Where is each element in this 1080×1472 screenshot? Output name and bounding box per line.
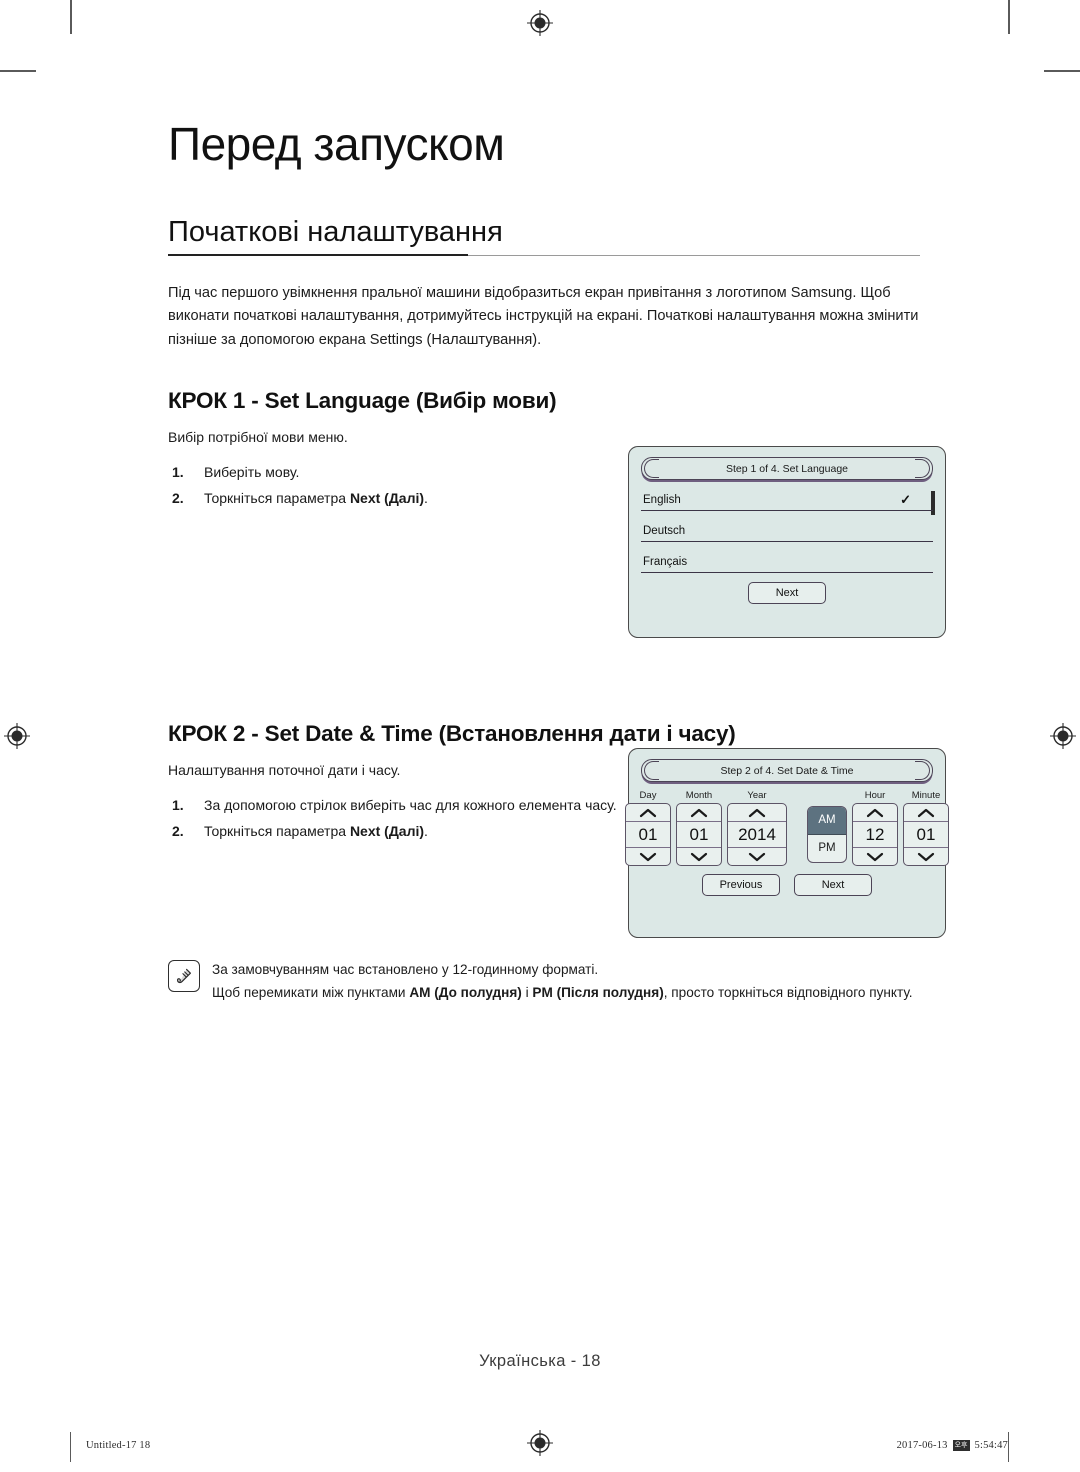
screen-title-set-date-time: Step 2 of 4. Set Date & Time <box>641 759 933 782</box>
note-emphasis-am: AM (До полудня) <box>409 985 522 1001</box>
language-option-english[interactable]: English ✓ <box>641 489 933 511</box>
year-spinner: Year 2014 <box>727 790 787 866</box>
step2-title: КРОК 2 - Set Date & Time (Встановлення д… <box>168 720 736 746</box>
print-footer-timestamp: 2017-06-13 오후 5:54:47 <box>897 1440 1008 1451</box>
hour-stepper: 12 <box>852 803 898 866</box>
hour-value: 12 <box>853 821 897 848</box>
minute-label: Minute <box>911 790 941 801</box>
month-value: 01 <box>677 821 721 848</box>
check-icon: ✓ <box>900 492 911 507</box>
previous-button[interactable]: Previous <box>702 874 780 896</box>
date-spinner-group: Day 01 Month 01 Year 2014 <box>625 790 787 866</box>
meridiem-toggle[interactable]: AM PM <box>807 806 847 863</box>
hour-spinner: Hour 12 <box>852 790 898 866</box>
print-footer-date: 2017-06-13 <box>896 1440 948 1451</box>
list-item-text-emphasis: Next (Далі) <box>349 489 425 506</box>
day-spinner: Day 01 <box>625 790 671 866</box>
note-line-2-prefix: Щоб перемикати між пунктами <box>212 985 410 1001</box>
next-button[interactable]: Next <box>794 874 872 896</box>
next-button[interactable]: Next <box>748 582 826 604</box>
note-line-2-suffix: , просто торкніться відповідного пункту. <box>663 985 913 1001</box>
screen-title-set-language: Step 1 of 4. Set Language <box>641 457 933 480</box>
chevron-down-icon[interactable] <box>904 848 948 865</box>
list-item-text-prefix: Торкніться параметра <box>204 489 350 506</box>
note-line-2: Щоб перемикати між пунктами AM (До полуд… <box>212 981 913 1004</box>
chevron-down-icon[interactable] <box>626 848 670 865</box>
note-line-2-mid: і <box>521 985 533 1001</box>
year-label: Year <box>747 790 767 801</box>
note-text: За замовчуванням час встановлено у 12-го… <box>212 958 913 1005</box>
minute-value: 01 <box>904 821 948 848</box>
section-header: Початкові налаштування <box>168 216 920 256</box>
date-time-controls: Day 01 Month 01 Year 2014 AM PM Hour 12 … <box>625 790 949 866</box>
print-footer-meridiem-glyph: 오후 <box>952 1440 970 1451</box>
note-line-1: За замовчуванням час встановлено у 12-го… <box>212 962 599 977</box>
page-footer-label: Українська - 18 <box>479 1352 601 1370</box>
chevron-up-icon[interactable] <box>728 804 786 821</box>
meridiem-am-option[interactable]: AM <box>808 807 846 835</box>
day-label: Day <box>639 790 657 801</box>
chevron-down-icon[interactable] <box>853 848 897 865</box>
device-screen-set-language: Step 1 of 4. Set Language English ✓ Deut… <box>628 446 946 638</box>
month-spinner: Month 01 <box>676 790 722 866</box>
step1-title: КРОК 1 - Set Language (Вибір мови) <box>168 387 557 413</box>
chevron-up-icon[interactable] <box>904 804 948 821</box>
device-screen-set-date-time: Step 2 of 4. Set Date & Time Day 01 Mont… <box>625 748 949 938</box>
month-stepper: 01 <box>676 803 722 866</box>
year-value: 2014 <box>728 821 786 848</box>
print-footer: Untitled-17 18 2017-06-13 오후 5:54:47 <box>0 1430 1080 1462</box>
section-title: Початкові налаштування <box>168 216 503 249</box>
language-option-francais[interactable]: Français <box>641 551 933 573</box>
chevron-up-icon[interactable] <box>626 804 670 821</box>
list-item-number: 2. <box>172 489 184 506</box>
chevron-up-icon[interactable] <box>853 804 897 821</box>
hour-label: Hour <box>864 790 886 801</box>
language-option-label: Deutsch <box>643 524 686 537</box>
list-item-text-emphasis: Next (Далі) <box>349 823 425 840</box>
manual-page: Перед запуском Початкові налаштування Пі… <box>0 0 1080 1472</box>
day-stepper: 01 <box>625 803 671 866</box>
list-item-number: 1. <box>172 463 184 480</box>
date-time-screen-buttons: Previous Next <box>641 874 933 896</box>
meridiem-pm-option[interactable]: PM <box>808 835 846 862</box>
print-footer-rule-left <box>70 1432 72 1462</box>
language-option-deutsch[interactable]: Deutsch <box>641 520 933 542</box>
language-option-label: English <box>643 493 681 506</box>
list-item-number: 1. <box>172 797 184 814</box>
intro-paragraph: Під час першого увімкнення пральної маши… <box>168 284 919 348</box>
list-item-number: 2. <box>172 823 184 840</box>
note-block: За замовчуванням час встановлено у 12-го… <box>168 958 948 1005</box>
language-option-label: Français <box>643 555 688 568</box>
section-underline <box>168 253 468 256</box>
month-label: Month <box>685 790 713 801</box>
list-item-text-prefix: Торкніться параметра <box>204 823 350 840</box>
language-option-list: English ✓ Deutsch Français <box>641 489 935 573</box>
chapter-title: Перед запуском <box>168 118 505 170</box>
chevron-down-icon[interactable] <box>677 848 721 865</box>
print-footer-filename: Untitled-17 18 <box>86 1440 151 1451</box>
minute-spinner: Minute 01 <box>903 790 949 866</box>
meridiem-toggle-wrap: AM PM <box>807 806 847 863</box>
day-value: 01 <box>626 821 670 848</box>
step1-lead: Вибір потрібної мови меню. <box>168 428 348 445</box>
print-footer-time: 5:54:47 <box>974 1440 1008 1451</box>
print-footer-rule-right <box>1008 1432 1010 1462</box>
time-spinner-group: Hour 12 Minute 01 <box>852 790 949 866</box>
minute-stepper: 01 <box>903 803 949 866</box>
chevron-down-icon[interactable] <box>728 848 786 865</box>
year-stepper: 2014 <box>727 803 787 866</box>
list-item-text-suffix: . <box>424 823 428 840</box>
registration-mark-bottom-center <box>527 1430 553 1456</box>
list-item-text-suffix: . <box>424 489 428 506</box>
language-screen-buttons: Next <box>641 582 933 604</box>
note-emphasis-pm: PM (Після полудня) <box>532 985 664 1001</box>
note-icon <box>168 960 200 992</box>
chevron-up-icon[interactable] <box>677 804 721 821</box>
